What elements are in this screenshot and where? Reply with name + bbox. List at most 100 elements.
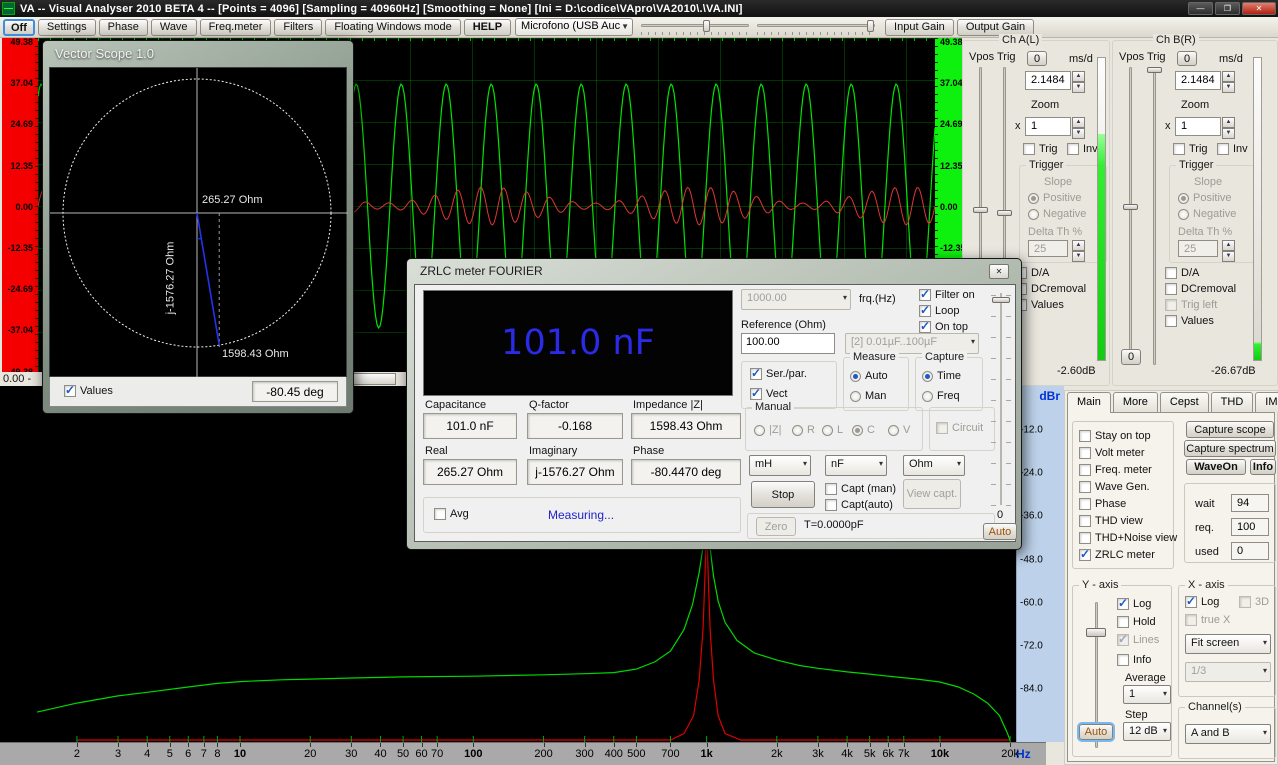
vpos-slider[interactable] — [1129, 67, 1132, 365]
input-gain-button[interactable]: Input Gain — [885, 19, 954, 36]
radio-negative[interactable]: Negative — [1178, 208, 1236, 220]
checkbox-avg[interactable]: Avg — [434, 508, 469, 520]
y-auto-button[interactable]: Auto — [1079, 724, 1113, 740]
reference-input[interactable]: 100.00 — [741, 333, 835, 354]
off-button[interactable]: Off — [3, 19, 35, 36]
stop-button[interactable]: Stop — [751, 481, 815, 508]
octave-select[interactable]: 1/3 — [1185, 662, 1271, 682]
checkbox-zrlc-meter[interactable]: ZRLC meter — [1079, 549, 1155, 561]
slider-handle[interactable] — [703, 20, 710, 32]
zrlc-title[interactable]: ZRLC meter FOURIER — [414, 259, 1014, 284]
checkbox-freq-meter[interactable]: Freq. meter — [1079, 464, 1152, 476]
average-select[interactable]: 1 — [1123, 685, 1171, 704]
radio-measure-man[interactable]: Man — [850, 390, 886, 402]
checkbox-inv[interactable]: Inv — [1217, 143, 1248, 155]
checkbox-capt-man[interactable]: Capt (man) — [825, 483, 896, 495]
step-select[interactable]: 12 dB — [1123, 722, 1171, 741]
zoom-arrows[interactable]: ▲▼ — [1072, 117, 1085, 136]
waveon-button[interactable]: WaveOn — [1186, 459, 1246, 475]
zrlc-slider-handle[interactable] — [992, 297, 1010, 303]
capacitance-unit-select[interactable]: nF — [825, 455, 887, 476]
checkbox-serpar[interactable]: Ser./par. — [750, 368, 807, 380]
input-gain-slider[interactable] — [641, 20, 749, 34]
trig-slider-handle[interactable] — [997, 210, 1012, 216]
freq-meter-button[interactable]: Freq.meter — [200, 19, 272, 36]
checkbox-vect[interactable]: Vect — [750, 388, 787, 400]
maximize-button[interactable]: ❐ — [1215, 2, 1240, 15]
zero-button[interactable]: Zero — [756, 517, 796, 536]
checkbox-capt-auto[interactable]: Capt(auto) — [825, 499, 893, 511]
radio-manual-z[interactable]: |Z| — [754, 424, 781, 436]
ms-per-div-spinner[interactable]: 2.1484 — [1175, 71, 1221, 90]
zoom-arrows[interactable]: ▲▼ — [1222, 117, 1235, 136]
input-device-select[interactable]: Microfono (USB Auc ▼ — [515, 18, 633, 36]
checkbox-x-log[interactable]: Log — [1185, 596, 1219, 608]
vpos-slider-handle[interactable] — [973, 207, 988, 213]
ms-per-div-spinner[interactable]: 2.1484 — [1025, 71, 1071, 90]
checkbox-truex[interactable]: true X — [1185, 614, 1230, 626]
inductance-unit-select[interactable]: mH — [749, 455, 811, 476]
phase-button[interactable]: Phase — [99, 19, 148, 36]
checkbox-dcremoval[interactable]: DCremoval — [1015, 283, 1086, 295]
vpos-zero-button[interactable]: 0 — [1121, 349, 1141, 365]
vector-scope-window[interactable]: Vector Scope 1.0 265.27 Ohm j-1576.27 Oh… — [42, 40, 354, 414]
delta-th-arrows[interactable]: ▲▼ — [1072, 240, 1085, 257]
filters-button[interactable]: Filters — [274, 19, 322, 36]
x-range-select[interactable]: Fit screen — [1185, 634, 1271, 654]
close-button[interactable]: ✕ — [1242, 2, 1276, 15]
floating-windows-mode-button[interactable]: Floating Windows mode — [325, 19, 460, 36]
y-scale-slider-handle[interactable] — [1086, 628, 1106, 637]
view-capt-button[interactable]: View capt. — [903, 479, 961, 509]
time-zero-button[interactable]: 0 — [1027, 51, 1047, 66]
minimize-button[interactable]: — — [1188, 2, 1213, 15]
radio-positive[interactable]: Positive — [1178, 192, 1232, 204]
checkbox-filter-on[interactable]: Filter on — [919, 289, 975, 301]
checkbox-stay-on-top[interactable]: Stay on top — [1079, 430, 1151, 442]
trig-slider-handle[interactable] — [1147, 67, 1162, 73]
checkbox-values[interactable]: Values — [1015, 299, 1064, 311]
checkbox-y-info[interactable]: Info — [1117, 654, 1151, 666]
radio-measure-auto[interactable]: Auto — [850, 370, 888, 382]
tab-cepst[interactable]: Cepst — [1160, 392, 1209, 412]
checkbox-values[interactable]: Values — [1165, 315, 1214, 327]
tab-imd[interactable]: IMD — [1255, 392, 1278, 412]
ms-per-div-arrows[interactable]: ▲▼ — [1072, 71, 1085, 90]
checkbox-trig[interactable]: Trig — [1023, 143, 1058, 155]
radio-manual-l[interactable]: L — [822, 424, 843, 436]
checkbox-loop[interactable]: Loop — [919, 305, 959, 317]
radio-capture-freq[interactable]: Freq — [922, 390, 960, 402]
resistance-unit-select[interactable]: Ohm — [903, 455, 965, 476]
delta-th-spinner[interactable]: 25 — [1178, 240, 1218, 257]
radio-positive[interactable]: Positive — [1028, 192, 1082, 204]
checkbox-dcremoval[interactable]: DCremoval — [1165, 283, 1236, 295]
checkbox-wave-gen[interactable]: Wave Gen. — [1079, 481, 1150, 493]
ms-per-div-arrows[interactable]: ▲▼ — [1222, 71, 1235, 90]
checkbox-3d[interactable]: 3D — [1239, 596, 1269, 608]
settings-button[interactable]: Settings — [38, 19, 96, 36]
delta-th-spinner[interactable]: 25 — [1028, 240, 1068, 257]
checkbox-thd-view[interactable]: THD view — [1079, 515, 1143, 527]
output-gain-button[interactable]: Output Gain — [957, 19, 1034, 36]
tab-main[interactable]: Main — [1067, 392, 1111, 413]
wave-button[interactable]: Wave — [151, 19, 197, 36]
close-icon[interactable]: ✕ — [989, 264, 1009, 279]
scope-scrollbar-thumb[interactable] — [352, 373, 396, 385]
zoom-spinner[interactable]: 1 — [1175, 117, 1221, 136]
wait-value-field[interactable]: 94 — [1231, 494, 1269, 512]
vpos-slider-handle[interactable] — [1123, 204, 1138, 210]
zoom-spinner[interactable]: 1 — [1025, 117, 1071, 136]
checkbox-lines[interactable]: Lines — [1117, 634, 1159, 646]
checkbox-inv[interactable]: Inv — [1067, 143, 1098, 155]
req.-value-field[interactable]: 100 — [1231, 518, 1269, 536]
checkbox-trig[interactable]: Trig — [1173, 143, 1208, 155]
slider-handle[interactable] — [867, 20, 874, 32]
delta-th-arrows[interactable]: ▲▼ — [1222, 240, 1235, 257]
zrlc-auto-button[interactable]: Auto — [983, 523, 1017, 540]
output-gain-slider[interactable] — [757, 20, 875, 34]
radio-negative[interactable]: Negative — [1028, 208, 1086, 220]
radio-capture-time[interactable]: Time — [922, 370, 961, 382]
vector-scope-title[interactable]: Vector Scope 1.0 — [49, 41, 347, 67]
zrlc-scale-slider[interactable] — [989, 293, 1013, 505]
checkbox-circuit[interactable]: Circuit — [936, 422, 983, 434]
checkbox-hold[interactable]: Hold — [1117, 616, 1156, 628]
